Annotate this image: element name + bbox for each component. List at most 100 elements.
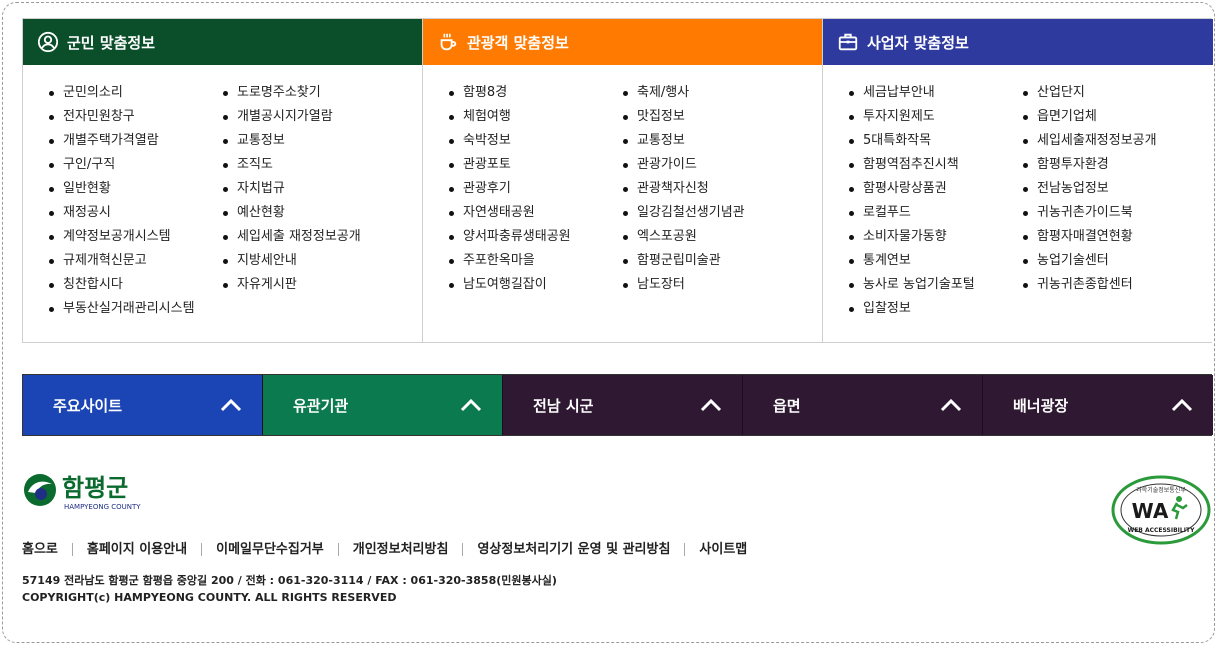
tab-towns[interactable]: 읍면 <box>743 375 983 435</box>
footer-link-sitemap[interactable]: 사이트맵 <box>684 543 761 556</box>
briefcase-icon <box>837 31 859 53</box>
list-item-link[interactable]: 부동산실거래관리시스템 <box>49 297 223 321</box>
list-item-link[interactable]: 함평군립미술관 <box>623 249 745 273</box>
tab-banner-plaza[interactable]: 배너광장 <box>983 375 1213 435</box>
list-item-link[interactable]: 숙박정보 <box>449 129 623 153</box>
list-item-link[interactable]: 관광책자신청 <box>623 177 745 201</box>
link-lists: 세금납부안내 투자지원제도 5대특화작목 함평역점추진시책 함평사랑상품권 로컬푸드 소비자… <box>823 65 1213 321</box>
list-item-link[interactable]: 전남농업정보 <box>1023 177 1157 201</box>
footer-link-cctv-policy[interactable]: 영상정보처리기기 운영 및 관리방침 <box>462 543 684 556</box>
coffee-cup-icon <box>437 31 459 53</box>
list-item-link[interactable]: 축제/행사 <box>623 81 745 105</box>
list-item-link[interactable]: 맛집정보 <box>623 105 745 129</box>
list-item-link[interactable]: 관광포토 <box>449 153 623 177</box>
list-item-link[interactable]: 전자민원창구 <box>49 105 223 129</box>
chevron-up-icon <box>940 398 962 412</box>
link-lists: 함평8경 체험여행 숙박정보 관광포토 관광후기 자연생태공원 양서파충류생태공원 주포한옥마… <box>423 65 822 297</box>
logo-emblem-icon <box>24 474 56 506</box>
tab-major-sites[interactable]: 주요사이트 <box>23 375 263 435</box>
link-list: 군민의소리 전자민원창구 개별주택가격열람 구인/구직 일반현황 재정공시 계약정보공개시스… <box>49 81 223 321</box>
list-item-link[interactable]: 엑스포공원 <box>623 225 745 249</box>
list-item-link[interactable]: 주포한옥마을 <box>449 249 623 273</box>
hampyeong-logo[interactable]: 함평군 HAMPYEONG COUNTY <box>22 470 152 512</box>
link-lists: 군민의소리 전자민원창구 개별주택가격열람 구인/구직 일반현황 재정공시 계약정보공개시스… <box>23 65 422 321</box>
list-item-link[interactable]: 읍면기업체 <box>1023 105 1157 129</box>
link-list: 산업단지 읍면기업체 세입세출재정정보공개 함평투자환경 전남농업정보 귀농귀촌가이드북 함… <box>1023 81 1157 321</box>
section-business: 사업자 맞춤정보 세금납부안내 투자지원제도 5대특화작목 함평역점추진시책 함평사랑상… <box>823 19 1213 342</box>
list-item-link[interactable]: 농사로 농업기술포털 <box>849 273 1023 297</box>
list-item-link[interactable]: 자치법규 <box>223 177 361 201</box>
list-item-link[interactable]: 자유게시판 <box>223 273 361 297</box>
list-item-link[interactable]: 양서파충류생태공원 <box>449 225 623 249</box>
address-text: 57149 전라남도 함평군 함평읍 중앙길 200 / 전화 : 061-32… <box>22 574 557 587</box>
link-list: 함평8경 체험여행 숙박정보 관광포토 관광후기 자연생태공원 양서파충류생태공원 주포한옥마… <box>449 81 623 297</box>
list-item-link[interactable]: 투자지원제도 <box>849 105 1023 129</box>
list-item-link[interactable]: 남도여행길잡이 <box>449 273 623 297</box>
tab-label: 유관기관 <box>293 396 349 415</box>
tab-related-agencies[interactable]: 유관기관 <box>263 375 503 435</box>
link-list: 세금납부안내 투자지원제도 5대특화작목 함평역점추진시책 함평사랑상품권 로컬푸드 소비자… <box>849 81 1023 321</box>
list-item-link[interactable]: 함평투자환경 <box>1023 153 1157 177</box>
list-item-link[interactable]: 계약정보공개시스템 <box>49 225 223 249</box>
logo-name: 함평군 <box>62 474 128 502</box>
tab-jeonnam-cities[interactable]: 전남 시군 <box>503 375 743 435</box>
list-item-link[interactable]: 통계연보 <box>849 249 1023 273</box>
list-item-link[interactable]: 세금납부안내 <box>849 81 1023 105</box>
list-item-link[interactable]: 재정공시 <box>49 201 223 225</box>
copyright-text: COPYRIGHT(c) HAMPYEONG COUNTY. ALL RIGHT… <box>22 591 397 604</box>
list-item-link[interactable]: 구인/구직 <box>49 153 223 177</box>
list-item-link[interactable]: 함평사랑상품권 <box>849 177 1023 201</box>
list-item-link[interactable]: 5대특화작목 <box>849 129 1023 153</box>
list-item-link[interactable]: 일반현황 <box>49 177 223 201</box>
section-header: 관광객 맞춤정보 <box>423 19 822 65</box>
wa-mark: WA <box>1132 499 1169 523</box>
tab-label: 주요사이트 <box>53 396 123 415</box>
list-item-link[interactable]: 남도장터 <box>623 273 745 297</box>
list-item-link[interactable]: 관광가이드 <box>623 153 745 177</box>
list-item-link[interactable]: 개별주택가격열람 <box>49 129 223 153</box>
footer-link-guide[interactable]: 홈페이지 이용안내 <box>71 543 201 556</box>
section-title: 군민 맞춤정보 <box>67 33 156 52</box>
list-item-link[interactable]: 세입세출재정정보공개 <box>1023 129 1157 153</box>
list-item-link[interactable]: 일강김철선생기념관 <box>623 201 745 225</box>
chevron-up-icon <box>700 398 722 412</box>
footer-links: 홈으로 홈페이지 이용안내 이메일무단수집거부 개인정보처리방침 영상정보처리기… <box>22 543 761 556</box>
section-title: 사업자 맞춤정보 <box>867 33 969 52</box>
list-item-link[interactable]: 지방세안내 <box>223 249 361 273</box>
footer-link-home[interactable]: 홈으로 <box>22 543 72 556</box>
chevron-up-icon <box>1171 398 1193 412</box>
list-item-link[interactable]: 소비자물가동향 <box>849 225 1023 249</box>
tab-label: 배너광장 <box>1013 396 1069 415</box>
list-item-link[interactable]: 농업기술센터 <box>1023 249 1157 273</box>
list-item-link[interactable]: 자연생태공원 <box>449 201 623 225</box>
section-tourists: 관광객 맞춤정보 함평8경 체험여행 숙박정보 관광포토 관광후기 자연생태공원 양서파충류… <box>423 19 823 342</box>
tab-label: 전남 시군 <box>533 396 594 415</box>
list-item-link[interactable]: 예산현황 <box>223 201 361 225</box>
list-item-link[interactable]: 함평역점추진시책 <box>849 153 1023 177</box>
custom-info-panel: 군민 맞춤정보 군민의소리 전자민원창구 개별주택가격열람 구인/구직 일반현황 재정공시… <box>22 18 1213 343</box>
list-item-link[interactable]: 도로명주소찾기 <box>223 81 361 105</box>
footer-address-block: 57149 전라남도 함평군 함평읍 중앙길 200 / 전화 : 061-32… <box>22 572 557 606</box>
list-item-link[interactable]: 조직도 <box>223 153 361 177</box>
list-item-link[interactable]: 함평자매결연현황 <box>1023 225 1157 249</box>
list-item-link[interactable]: 군민의소리 <box>49 81 223 105</box>
list-item-link[interactable]: 교통정보 <box>623 129 745 153</box>
list-item-link[interactable]: 규제개혁신문고 <box>49 249 223 273</box>
list-item-link[interactable]: 칭찬합시다 <box>49 273 223 297</box>
list-item-link[interactable]: 로컬푸드 <box>849 201 1023 225</box>
footer-link-email-policy[interactable]: 이메일무단수집거부 <box>201 543 338 556</box>
list-item-link[interactable]: 산업단지 <box>1023 81 1157 105</box>
list-item-link[interactable]: 귀농귀촌가이드북 <box>1023 201 1157 225</box>
footer-link-privacy[interactable]: 개인정보처리방침 <box>337 543 463 556</box>
tab-label: 읍면 <box>773 396 801 415</box>
list-item-link[interactable]: 관광후기 <box>449 177 623 201</box>
list-item-link[interactable]: 개별공시지가열람 <box>223 105 361 129</box>
list-item-link[interactable]: 함평8경 <box>449 81 623 105</box>
list-item-link[interactable]: 세입세출 재정정보공개 <box>223 225 361 249</box>
list-item-link[interactable]: 체험여행 <box>449 105 623 129</box>
chevron-up-icon <box>220 398 242 412</box>
list-item-link[interactable]: 입찰정보 <box>849 297 1023 321</box>
person-circle-icon <box>37 31 59 53</box>
list-item-link[interactable]: 교통정보 <box>223 129 361 153</box>
list-item-link[interactable]: 귀농귀촌종합센터 <box>1023 273 1157 297</box>
